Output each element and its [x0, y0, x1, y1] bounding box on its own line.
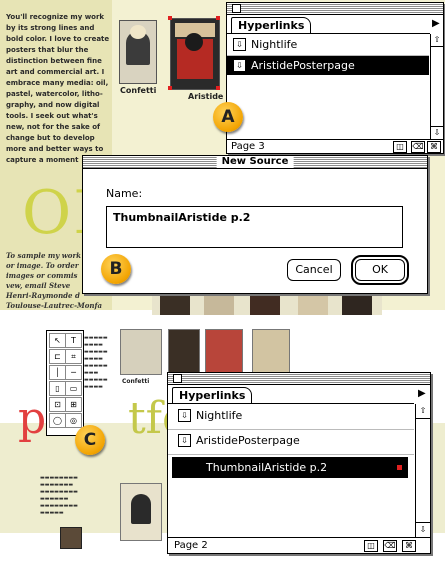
panel-menu-arrow-icon[interactable]: ▶: [432, 19, 440, 29]
selection-handle[interactable]: [216, 16, 220, 20]
new-page-icon[interactable]: ◫: [393, 141, 407, 153]
page-number: Page 2: [174, 540, 208, 551]
hyperlink-source-icon: ⇩: [233, 59, 246, 72]
new-page-icon[interactable]: ◫: [364, 540, 378, 552]
panel-menu-arrow-icon[interactable]: ▶: [418, 389, 426, 399]
line-tool-icon[interactable]: │: [49, 365, 66, 380]
ellipse-tool-icon[interactable]: ◎: [65, 413, 82, 428]
hyperlink-icon[interactable]: ⌘: [402, 540, 416, 552]
rect-tool-icon[interactable]: ▭: [65, 381, 82, 396]
crop-tool-icon[interactable]: ⊏: [49, 349, 66, 364]
frame-tool-icon[interactable]: ⊞: [65, 397, 82, 412]
body-text-small: ▬▬▬▬▬▬▬▬ ▬▬▬▬▬▬▬ ▬▬▬▬▬▬▬▬ ▬▬▬▬▬▬ ▬▬▬▬▬▬▬…: [40, 475, 78, 516]
thumbnail[interactable]: [252, 329, 290, 377]
hyperlinks-panel-top[interactable]: Hyperlinks ▶ ⇩ Nightlife ⇩ AristidePoste…: [226, 2, 444, 154]
body-text-small: ▬▬▬▬▬ ▬▬▬▬ ▬▬▬▬▬ ▬▬▬▬ ▬▬▬▬▬ ▬▬▬ ▬▬▬▬▬ ▬▬…: [84, 335, 108, 390]
tab-hyperlinks[interactable]: Hyperlinks: [172, 387, 253, 403]
thumbnail-confetti[interactable]: [119, 20, 157, 84]
tab-hyperlinks[interactable]: Hyperlinks: [231, 17, 312, 33]
scroll-down-icon[interactable]: ⇩: [416, 522, 430, 538]
ellipse-tool-icon[interactable]: ◯: [49, 413, 66, 428]
line-tool-icon[interactable]: ─: [65, 365, 82, 380]
name-label: Name:: [106, 187, 143, 200]
dialog-titlebar[interactable]: New Source: [83, 156, 427, 169]
thumbnail-aristide[interactable]: [170, 18, 220, 90]
thumbnail[interactable]: [120, 483, 162, 541]
crop-tool-icon[interactable]: ⌗: [65, 349, 82, 364]
frame-tool-icon[interactable]: ⊡: [49, 397, 66, 412]
list-item-aristideposterpage[interactable]: ⇩ AristidePosterpage: [227, 56, 429, 75]
text-tool-icon[interactable]: T: [65, 333, 82, 348]
list-item-nightlife[interactable]: ⇩ Nightlife: [168, 406, 414, 425]
hyperlink-source-icon: ⇩: [178, 434, 191, 447]
cancel-button[interactable]: Cancel: [287, 259, 341, 281]
callout-a: A: [213, 102, 243, 132]
tab-divider: [168, 403, 414, 404]
logo: [60, 527, 82, 549]
hyperlink-icon[interactable]: ⌘: [427, 141, 441, 153]
dialog-title: New Source: [216, 156, 294, 168]
scroll-up-icon[interactable]: ⇧: [431, 34, 443, 47]
rect-tool-icon[interactable]: ▯: [49, 381, 66, 396]
selection-handle[interactable]: [168, 86, 172, 90]
thumbnail[interactable]: [168, 329, 200, 375]
close-box-icon[interactable]: [232, 4, 241, 13]
callout-c: C: [75, 425, 105, 455]
ok-button[interactable]: OK: [351, 255, 409, 285]
toolbox: ↖ T ⊏ ⌗ │ ─ ▯ ▭ ⊡ ⊞ ◯ ◎: [46, 330, 84, 436]
panel-titlebar[interactable]: [227, 3, 443, 15]
thumbnail-caption: Confetti: [120, 86, 157, 95]
callout-b: B: [101, 254, 131, 284]
trash-icon[interactable]: ⌫: [411, 141, 425, 153]
list-item-label: AristidePosterpage: [196, 434, 300, 447]
tab-divider: [227, 33, 430, 34]
thumbnail-caption: Confetti: [122, 378, 150, 385]
selection-handle[interactable]: [216, 86, 220, 90]
hyperlinks-panel-bottom[interactable]: Hyperlinks ▶ ⇩ Nightlife ⇩ AristidePoste…: [167, 372, 431, 554]
list-item-label: Nightlife: [251, 38, 298, 51]
new-source-dialog[interactable]: New Source Name: ThumbnailAristide p.2 C…: [82, 155, 428, 294]
name-input[interactable]: ThumbnailAristide p.2: [106, 206, 403, 248]
list-item-label: Nightlife: [196, 409, 243, 422]
row-separator: [168, 429, 414, 430]
row-separator: [168, 454, 414, 455]
thumbnail[interactable]: [205, 329, 243, 377]
panel-statusbar: Page 2 ◫ ⌫ ⌘: [168, 537, 430, 553]
body-text: You'll recognize my work by its strong l…: [6, 13, 110, 164]
panel-statusbar: Page 3 ◫ ⌫ ⌘: [227, 139, 443, 153]
link-marker-icon: [397, 465, 402, 470]
hyperlink-source-icon: ⇩: [233, 38, 246, 51]
list-item-thumbnailaristide[interactable]: ThumbnailAristide p.2: [172, 457, 408, 478]
portfolio-heading-red: p: [18, 393, 47, 444]
scrollbar[interactable]: ⇧ ⇩: [430, 34, 443, 140]
thumbnail[interactable]: [120, 329, 162, 375]
panel-titlebar[interactable]: [168, 373, 430, 385]
scroll-down-icon[interactable]: ⇩: [431, 126, 443, 140]
list-item-aristideposterpage[interactable]: ⇩ AristidePosterpage: [168, 431, 414, 450]
scrollbar[interactable]: ⇧ ⇩: [415, 404, 430, 538]
close-box-icon[interactable]: [173, 374, 182, 383]
list-item-label: AristidePosterpage: [251, 59, 355, 72]
arrow-tool-icon[interactable]: ↖: [49, 333, 66, 348]
selection-handle[interactable]: [168, 16, 172, 20]
page-number: Page 3: [231, 141, 265, 152]
hyperlink-source-icon: ⇩: [178, 409, 191, 422]
trash-icon[interactable]: ⌫: [383, 540, 397, 552]
list-item-label: ThumbnailAristide p.2: [206, 461, 328, 474]
list-item-nightlife[interactable]: ⇩ Nightlife: [227, 35, 429, 54]
scroll-up-icon[interactable]: ⇧: [416, 404, 430, 419]
